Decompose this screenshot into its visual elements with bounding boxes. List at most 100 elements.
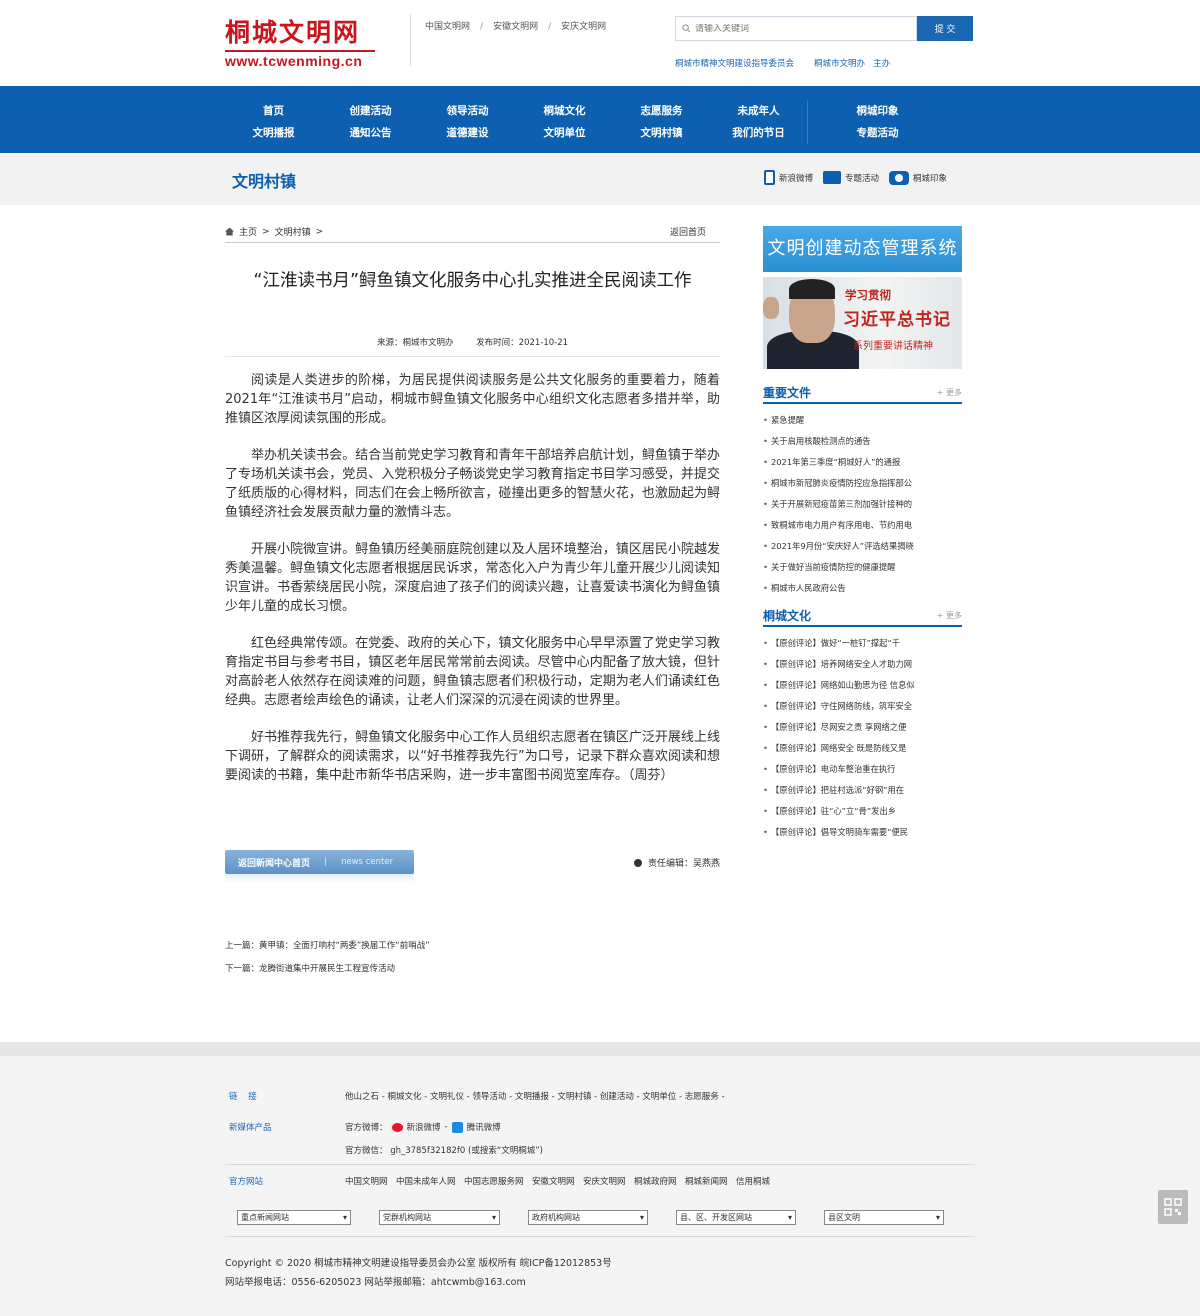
- culture-more[interactable]: + 更多: [937, 610, 962, 621]
- article-paragraph: 开展小院微宣讲。鲟鱼镇历经美丽庭院创建以及人居环境整治，镇区居民小院越发秀美温馨…: [225, 542, 720, 614]
- article-paragraph: 红色经典常传颂。在党委、政府的关心下，镇文化服务中心早早添置了党史学习教育指定书…: [225, 636, 720, 708]
- nav-col-3: 领导活动 道德建设: [419, 100, 516, 144]
- nav-notices[interactable]: 通知公告: [350, 127, 392, 139]
- nav-festivals[interactable]: 我们的节日: [732, 127, 785, 139]
- list-item[interactable]: 2021年9月份“安庆好人”评选结果揭晓: [763, 536, 962, 557]
- main-nav: 首页 文明播报 创建活动 通知公告 领导活动 道德建设 桐城文化 文明单位 志愿…: [0, 86, 1200, 153]
- top-link-anqing[interactable]: 安庆文明网: [561, 14, 606, 66]
- back-home-link[interactable]: 返回首页: [670, 225, 720, 238]
- list-item[interactable]: 关于启用核酸检测点的通告: [763, 431, 962, 452]
- article-editor: 责任编辑：吴燕燕: [633, 856, 720, 869]
- camera-icon: [889, 170, 910, 185]
- party-sites-select[interactable]: 党群机构网站 ▾: [379, 1210, 500, 1225]
- qr-code-icon[interactable]: [1158, 1190, 1188, 1224]
- site-logo[interactable]: 桐城文明网 www.tcwenming.cn: [225, 18, 375, 70]
- list-item[interactable]: 【原创评论】网络如山勤思为径 信息似: [763, 675, 962, 696]
- nav-topics[interactable]: 专题活动: [857, 127, 899, 139]
- county-sites-select[interactable]: 县、区、开发区网站 ▾: [676, 1210, 796, 1225]
- nav-col-7: 桐城印象 专题活动: [807, 100, 947, 144]
- list-item[interactable]: 关于做好当前疫情防控的健康提醒: [763, 557, 962, 578]
- article-paragraph: 阅读是人类进步的阶梯，为居民提供阅读服务是公共文化服务的重要着力，随着2021年…: [225, 373, 720, 426]
- search-submit-button[interactable]: 提 交: [917, 16, 973, 41]
- next-article-link[interactable]: 下一篇：龙腾街道集中开展民生工程宣传活动: [225, 964, 395, 974]
- footer-official-row: 官方网站 中国文明网 中国未成年人网 中国志愿服务网 安徽文明网 安庆文明网 桐…: [229, 1175, 771, 1187]
- sponsor-office-link[interactable]: 桐城市文明办: [814, 59, 865, 69]
- culture-header: 桐城文化 + 更多: [763, 605, 962, 627]
- prev-article-link[interactable]: 上一篇：黄甲镇：全面打响村“两委”换届工作“前哨战”: [225, 941, 430, 951]
- weibo-icon: [391, 1122, 403, 1132]
- list-item[interactable]: 【原创评论】做好“一桩钉”撑起“千: [763, 633, 962, 654]
- list-item[interactable]: 【原创评论】倡导文明骑车需要“便民: [763, 822, 962, 843]
- breadcrumb-home[interactable]: 主页: [239, 225, 257, 238]
- top-link-anhui[interactable]: 安徽文明网: [493, 14, 538, 66]
- important-docs-list: 紧急提醒 关于启用核酸检测点的通告 2021年第三季度“桐城好人”的通报 桐城市…: [763, 410, 962, 599]
- nav-villages[interactable]: 文明村镇: [641, 127, 683, 139]
- official-sites-links[interactable]: 中国文明网 中国未成年人网 中国志愿服务网 安徽文明网 安庆文明网 桐城政府网 …: [345, 1175, 770, 1187]
- breadcrumb-section[interactable]: 文明村镇: [275, 225, 311, 238]
- list-item[interactable]: 【原创评论】尽网安之责 享网络之便: [763, 717, 962, 738]
- search-icon: [682, 24, 691, 33]
- quick-link-impression[interactable]: 桐城印象: [889, 170, 947, 185]
- nav-col-2: 创建活动 通知公告: [322, 100, 419, 144]
- sponsor-org-link[interactable]: 桐城市精神文明建设指导委员会: [675, 57, 794, 69]
- nav-activities[interactable]: 创建活动: [350, 105, 392, 117]
- list-item[interactable]: 【原创评论】守住网络防线，筑牢安全: [763, 696, 962, 717]
- quick-link-topics[interactable]: 专题活动: [823, 171, 879, 184]
- sina-weibo-link[interactable]: 新浪微博: [407, 1121, 441, 1133]
- management-system-banner[interactable]: 文明创建动态管理系统: [763, 226, 962, 272]
- gov-sites-select[interactable]: 政府机构网站 ▾: [528, 1210, 648, 1225]
- top-link-china[interactable]: 中国文明网: [425, 14, 470, 66]
- nav-col-6: 未成年人 我们的节日: [710, 100, 807, 144]
- list-item[interactable]: 【原创评论】把驻村选派“好钢”用在: [763, 780, 962, 801]
- footer-links[interactable]: 他山之石 - 桐城文化 - 文明礼仪 - 领导活动 - 文明播报 - 文明村镇 …: [345, 1090, 725, 1102]
- logo-en: www.tcwenming.cn: [225, 53, 363, 69]
- list-item[interactable]: 致桐城市电力用户有序用电、节约用电: [763, 515, 962, 536]
- article-main: 主页 > 文明村镇 > 返回首页 “江淮读书月”鲟鱼镇文化服务中心扎实推进全民阅…: [225, 225, 720, 974]
- footer-media-row: 新媒体产品 官方微博： 新浪微博 - 腾讯微博: [229, 1121, 501, 1133]
- news-sites-select[interactable]: 重点新闻网站 ▾: [237, 1210, 351, 1225]
- monitor-icon: [823, 171, 842, 184]
- list-item[interactable]: 【原创评论】电动车整治重在执行: [763, 759, 962, 780]
- search-input[interactable]: [695, 23, 895, 34]
- important-docs-header: 重要文件 + 更多: [763, 382, 962, 404]
- article-footer: 返回新闻中心首页 | news center 责任编辑：吴燕燕: [225, 850, 720, 890]
- quick-links: 新浪微博 专题活动 桐城印象: [764, 170, 947, 185]
- chevron-down-icon: ▾: [787, 1213, 792, 1222]
- nav-minors[interactable]: 未成年人: [738, 105, 780, 117]
- important-docs-more[interactable]: + 更多: [937, 387, 962, 398]
- study-banner[interactable]: 学习贯彻 习近平总书记 系列重要讲话精神: [763, 277, 962, 369]
- site-selects: 重点新闻网站 ▾ 党群机构网站 ▾ 政府机构网站 ▾ 县、区、开发区网站 ▾ 县区文明 ▾: [237, 1210, 944, 1225]
- list-item[interactable]: 【原创评论】网络安全 既是防线又是: [763, 738, 962, 759]
- chevron-down-icon: ▾: [491, 1213, 496, 1222]
- list-item[interactable]: 【原创评论】驻“心”立“骨”发出乡: [763, 801, 962, 822]
- back-news-center-button[interactable]: 返回新闻中心首页 | news center: [225, 850, 414, 874]
- list-item[interactable]: 紧急提醒: [763, 410, 962, 431]
- quick-link-weibo[interactable]: 新浪微博: [764, 170, 813, 185]
- search-bar: 提 交: [675, 16, 973, 41]
- nav-volunteer[interactable]: 志愿服务: [641, 105, 683, 117]
- nav-col-1: 首页 文明播报: [225, 100, 322, 144]
- chevron-down-icon: ▾: [935, 1213, 940, 1222]
- phone-icon: [764, 170, 775, 185]
- nav-impression[interactable]: 桐城印象: [857, 105, 899, 117]
- list-item[interactable]: 【原创评论】培养网络安全人才助力网: [763, 654, 962, 675]
- nav-leadership[interactable]: 领导活动: [447, 105, 489, 117]
- list-item[interactable]: 桐城市人民政府公告: [763, 578, 962, 599]
- nav-col-4: 桐城文化 文明单位: [516, 100, 613, 144]
- nav-units[interactable]: 文明单位: [544, 127, 586, 139]
- section-header: 文明村镇 新浪微博 专题活动 桐城印象: [0, 153, 1200, 205]
- county-wenming-select[interactable]: 县区文明 ▾: [824, 1210, 944, 1225]
- tencent-weibo-link[interactable]: 腾讯微博: [467, 1121, 501, 1133]
- article-source: 来源：桐城市文明办: [376, 338, 454, 348]
- nav-morality[interactable]: 道德建设: [447, 127, 489, 139]
- article-meta: 来源：桐城市文明办 发布时间：2021-10-21: [225, 336, 720, 357]
- nav-culture[interactable]: 桐城文化: [544, 105, 586, 117]
- nav-home[interactable]: 首页: [263, 105, 284, 117]
- list-item[interactable]: 桐城市新冠肺炎疫情防控应急指挥部公: [763, 473, 962, 494]
- nav-broadcast[interactable]: 文明播报: [253, 127, 295, 139]
- top-links: 中国文明网 / 安徽文明网 / 安庆文明网: [410, 14, 606, 66]
- list-item[interactable]: 关于开展新冠疫苗第三剂加强针接种的: [763, 494, 962, 515]
- list-item[interactable]: 2021年第三季度“桐城好人”的通报: [763, 452, 962, 473]
- article-title: “江淮读书月”鲟鱼镇文化服务中心扎实推进全民阅读工作: [253, 271, 692, 291]
- article-paragraph: 好书推荐我先行，鲟鱼镇文化服务中心工作人员组织志愿者在镇区广泛开展线上线下调研，…: [225, 730, 720, 783]
